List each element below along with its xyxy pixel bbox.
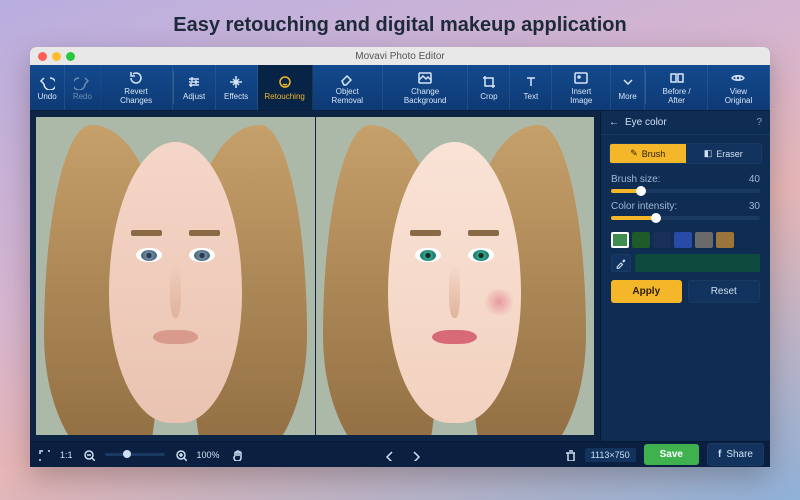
window-titlebar: Movavi Photo Editor xyxy=(30,47,770,65)
window-controls xyxy=(38,52,75,61)
undo-icon xyxy=(39,74,55,90)
effects-label: Effects xyxy=(224,92,248,101)
retouching-label: Retouching xyxy=(264,92,304,101)
crop-button[interactable]: Crop xyxy=(468,65,510,110)
canvas-area[interactable] xyxy=(30,111,600,441)
effects-button[interactable]: Effects xyxy=(216,65,258,110)
split-divider[interactable] xyxy=(315,117,316,435)
fullscreen-button[interactable] xyxy=(36,447,52,463)
prev-image-button[interactable] xyxy=(381,447,397,463)
retouching-button[interactable]: Retouching xyxy=(258,65,313,110)
insert-image-label: Insert Image xyxy=(560,88,602,106)
color-swatch[interactable] xyxy=(695,232,713,248)
current-color-preview[interactable] xyxy=(635,254,760,272)
eye-icon xyxy=(730,70,746,86)
revert-changes-button[interactable]: Revert Changes xyxy=(101,65,173,110)
brush-label: Brush xyxy=(642,149,666,159)
compare-icon xyxy=(669,70,685,86)
brush-size-slider[interactable] xyxy=(611,189,760,193)
before-after-label: Before / After xyxy=(654,88,699,106)
more-button[interactable]: More xyxy=(611,65,645,110)
adjust-label: Adjust xyxy=(183,92,205,101)
eraser-icon xyxy=(339,70,355,86)
zoom-out-button[interactable] xyxy=(81,447,97,463)
zoom-slider[interactable] xyxy=(105,453,165,456)
workspace: ← Eye color ? ✎ Brush ◧ Eraser Brush siz… xyxy=(30,111,770,441)
revert-label: Revert Changes xyxy=(109,88,164,106)
facebook-icon: f xyxy=(718,449,721,460)
change-bg-label: Change Background xyxy=(391,88,459,106)
color-swatch[interactable] xyxy=(611,232,629,248)
eraser-icon: ◧ xyxy=(704,148,713,159)
image-icon xyxy=(573,70,589,86)
change-background-button[interactable]: Change Background xyxy=(383,65,468,110)
brush-size-label: Brush size: xyxy=(611,174,660,185)
color-swatch[interactable] xyxy=(674,232,692,248)
maximize-window-button[interactable] xyxy=(66,52,75,61)
eraser-mode-button[interactable]: ◧ Eraser xyxy=(686,144,762,163)
close-window-button[interactable] xyxy=(38,52,47,61)
photo-preview xyxy=(36,117,594,435)
help-button[interactable]: ? xyxy=(756,117,762,128)
color-swatches xyxy=(601,226,770,254)
face-icon xyxy=(277,74,293,90)
redo-icon xyxy=(74,74,90,90)
adjust-button[interactable]: Adjust xyxy=(174,65,216,110)
reset-button[interactable]: Reset xyxy=(688,280,761,303)
share-label: Share xyxy=(726,449,753,460)
share-button[interactable]: f Share xyxy=(707,443,764,466)
redo-button[interactable]: Redo xyxy=(65,65,100,110)
revert-icon xyxy=(128,70,144,86)
text-icon xyxy=(523,74,539,90)
background-icon xyxy=(417,70,433,86)
eyedropper-button[interactable] xyxy=(611,254,631,272)
fit-actual-button[interactable]: 1:1 xyxy=(60,450,73,460)
image-dimensions: 1113×750 xyxy=(585,448,636,462)
intensity-value: 30 xyxy=(749,201,760,212)
promo-headline: Easy retouching and digital makeup appli… xyxy=(0,0,800,47)
before-after-button[interactable]: Before / After xyxy=(646,65,708,110)
view-original-button[interactable]: View Original xyxy=(708,65,770,110)
pan-hand-button[interactable] xyxy=(228,447,244,463)
undo-label: Undo xyxy=(38,92,57,101)
brush-size-value: 40 xyxy=(749,174,760,185)
eraser-label: Eraser xyxy=(716,149,743,159)
save-button[interactable]: Save xyxy=(644,444,699,465)
intensity-label: Color intensity: xyxy=(611,201,677,212)
object-removal-button[interactable]: Object Removal xyxy=(313,65,383,110)
chevron-down-icon xyxy=(620,74,636,90)
text-label: Text xyxy=(524,92,539,101)
color-swatch[interactable] xyxy=(716,232,734,248)
insert-image-button[interactable]: Insert Image xyxy=(552,65,611,110)
side-panel: ← Eye color ? ✎ Brush ◧ Eraser Brush siz… xyxy=(600,111,770,441)
panel-title: Eye color xyxy=(625,117,667,128)
panel-back-button[interactable]: ← xyxy=(609,117,619,128)
zoom-value: 100% xyxy=(197,450,220,460)
main-toolbar: Undo Redo Revert Changes Adjust Effects xyxy=(30,65,770,111)
brush-icon: ✎ xyxy=(630,148,638,159)
crop-icon xyxy=(481,74,497,90)
intensity-slider[interactable] xyxy=(611,216,760,220)
crop-label: Crop xyxy=(480,92,497,101)
app-window: Movavi Photo Editor Undo Redo Revert Cha… xyxy=(30,47,770,467)
sliders-icon xyxy=(186,74,202,90)
sparkle-icon xyxy=(228,74,244,90)
window-title: Movavi Photo Editor xyxy=(30,51,770,62)
apply-button[interactable]: Apply xyxy=(611,280,682,303)
more-label: More xyxy=(619,92,637,101)
text-button[interactable]: Text xyxy=(510,65,552,110)
object-removal-label: Object Removal xyxy=(321,88,374,106)
delete-button[interactable] xyxy=(561,447,577,463)
zoom-in-button[interactable] xyxy=(173,447,189,463)
color-swatch[interactable] xyxy=(632,232,650,248)
next-image-button[interactable] xyxy=(407,447,423,463)
undo-button[interactable]: Undo xyxy=(30,65,65,110)
brush-mode-button[interactable]: ✎ Brush xyxy=(610,144,686,163)
status-bar: 1:1 100% 1113×750 Save f Share xyxy=(30,441,770,467)
redo-label: Redo xyxy=(73,92,92,101)
color-swatch[interactable] xyxy=(653,232,671,248)
minimize-window-button[interactable] xyxy=(52,52,61,61)
view-original-label: View Original xyxy=(716,88,761,106)
tool-mode-segment: ✎ Brush ◧ Eraser xyxy=(609,143,762,164)
